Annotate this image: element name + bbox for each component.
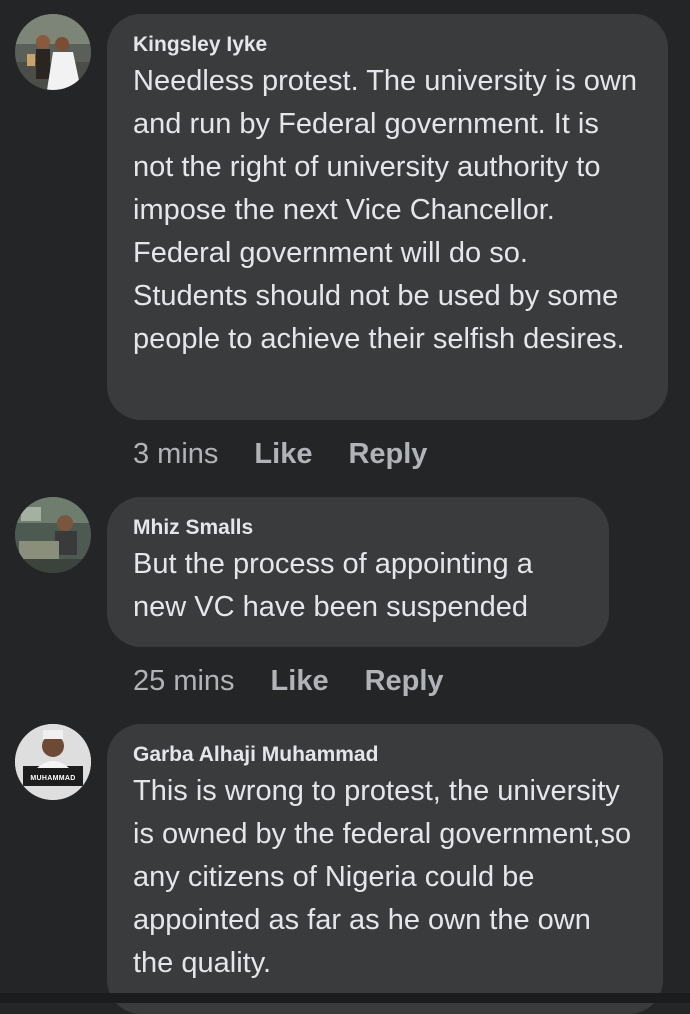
comment-text: Needless protest. The university is own … (133, 65, 637, 355)
reply-button[interactable]: Reply (365, 665, 444, 697)
like-button[interactable]: Like (254, 438, 312, 470)
comment-author[interactable]: Kingsley Iyke (133, 30, 642, 60)
lab-photo-avatar-icon (15, 497, 91, 573)
comment-text: This is wrong to protest, the university… (133, 775, 632, 979)
comment-bubble: Garba Alhaji Muhammad This is wrong to p… (107, 724, 663, 1014)
comment-author[interactable]: Mhiz Smalls (133, 513, 583, 543)
comment-text: But the process of appointing a new VC h… (133, 548, 533, 623)
comment-timestamp[interactable]: 3 mins (133, 438, 218, 470)
avatar[interactable]: MUHAMMAD (15, 724, 91, 800)
wedding-photo-avatar-icon (15, 14, 91, 90)
avatar[interactable] (15, 14, 91, 90)
avatar[interactable] (15, 497, 91, 573)
bottom-divider (0, 993, 690, 1003)
comment-bubble: Kingsley Iyke Needless protest. The univ… (107, 14, 668, 420)
profile-photo-avatar-icon (15, 724, 91, 800)
avatar-caption: MUHAMMAD (30, 775, 76, 782)
comment-bubble: Mhiz Smalls But the process of appointin… (107, 497, 609, 647)
like-button[interactable]: Like (271, 665, 329, 697)
comment-timestamp[interactable]: 25 mins (133, 665, 235, 697)
comment-actions: 25 mins Like Reply (133, 663, 480, 699)
comment-author[interactable]: Garba Alhaji Muhammad (133, 740, 637, 770)
comment-actions: 3 mins Like Reply (133, 436, 463, 472)
reply-button[interactable]: Reply (348, 438, 427, 470)
